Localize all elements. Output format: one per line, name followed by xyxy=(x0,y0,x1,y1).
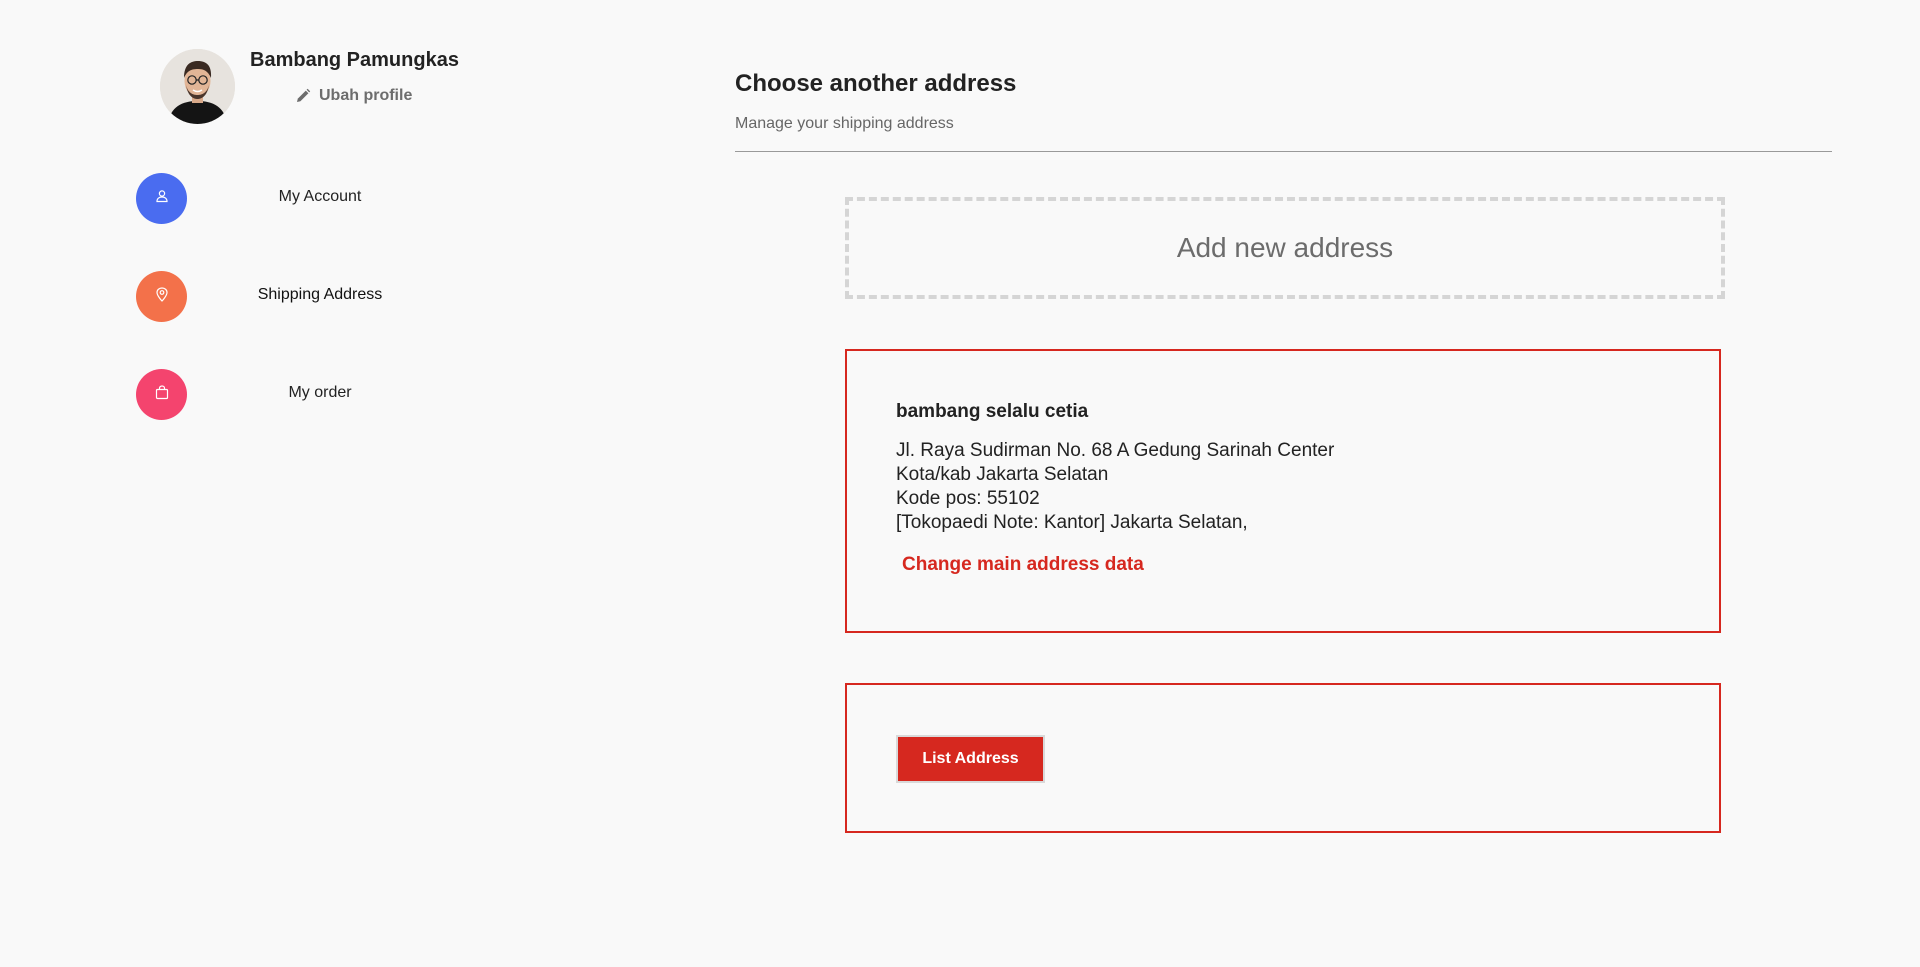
address-details: Jl. Raya Sudirman No. 68 A Gedung Sarina… xyxy=(896,439,1334,535)
sidebar-item-my-order[interactable]: My order xyxy=(136,369,496,421)
page: Bambang Pamungkas Ubah profile My Accoun… xyxy=(0,0,1920,967)
avatar-image xyxy=(160,49,235,124)
address-street: Jl. Raya Sudirman No. 68 A Gedung Sarina… xyxy=(896,440,1335,461)
page-subtitle: Manage your shipping address xyxy=(735,115,954,132)
shopping-bag-icon xyxy=(155,384,169,405)
change-main-address-link[interactable]: Change main address data xyxy=(902,554,1144,576)
add-new-address-button[interactable]: Add new address xyxy=(845,197,1725,299)
user-icon xyxy=(155,189,169,208)
main-address-card: bambang selalu cetia Jl. Raya Sudirman N… xyxy=(845,349,1721,633)
list-address-button[interactable]: List Address xyxy=(896,735,1045,783)
map-pin-icon xyxy=(155,286,169,307)
avatar[interactable] xyxy=(160,49,235,124)
add-new-address-label: Add new address xyxy=(1176,232,1394,263)
sidebar-item-label: Shipping Address xyxy=(257,286,383,303)
pencil-icon xyxy=(295,88,311,104)
sidebar-item-label: My order xyxy=(288,384,352,401)
list-address-card: List Address xyxy=(845,683,1721,833)
divider xyxy=(735,151,1832,152)
profile-name: Bambang Pamungkas xyxy=(250,49,459,71)
edit-profile-link[interactable]: Ubah profile xyxy=(295,87,412,105)
address-postal-code: Kode pos: 55102 xyxy=(896,488,1040,509)
address-note: [Tokopaedi Note: Kantor] Jakarta Selatan… xyxy=(896,512,1248,533)
edit-profile-label: Ubah profile xyxy=(319,87,413,104)
sidebar-item-my-account[interactable]: My Account xyxy=(136,173,496,225)
page-title: Choose another address xyxy=(735,70,1017,97)
recipient-name: bambang selalu cetia xyxy=(896,401,1089,422)
sidebar-item-shipping-address[interactable]: Shipping Address xyxy=(136,271,496,323)
address-city: Kota/kab Jakarta Selatan xyxy=(896,464,1109,485)
sidebar-item-label: My Account xyxy=(278,188,362,205)
